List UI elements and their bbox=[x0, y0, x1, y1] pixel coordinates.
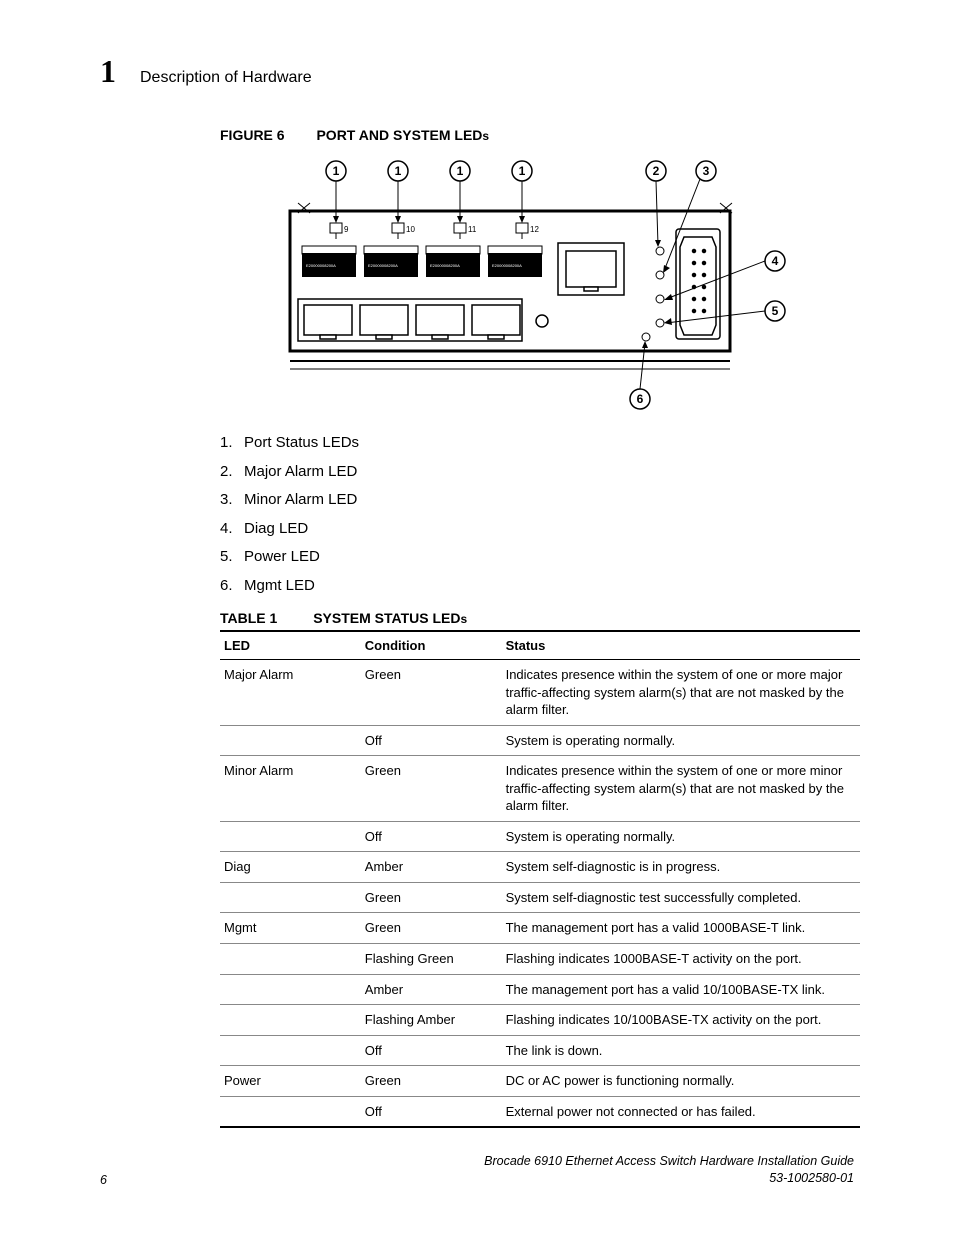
svg-text:1: 1 bbox=[457, 164, 464, 178]
doc-info: Brocade 6910 Ethernet Access Switch Hard… bbox=[484, 1153, 854, 1187]
legend-item: 3.Minor Alarm LED bbox=[220, 486, 860, 515]
content: FIGURE 6 PORT AND SYSTEM LEDs E200000082 bbox=[220, 127, 860, 1128]
table-row: Flashing GreenFlashing indicates 1000BAS… bbox=[220, 944, 860, 975]
table-row: Major AlarmGreenIndicates presence withi… bbox=[220, 660, 860, 726]
figure-diagram: E20000008200A E20000008200A E20000008200… bbox=[280, 151, 800, 411]
figure-legend: 1.Port Status LEDs 2.Major Alarm LED 3.M… bbox=[220, 429, 860, 600]
status-table: LED Condition Status Major AlarmGreenInd… bbox=[220, 630, 860, 1128]
table-row: OffThe link is down. bbox=[220, 1035, 860, 1066]
svg-text:E20000008200A: E20000008200A bbox=[306, 263, 336, 268]
col-led: LED bbox=[220, 631, 361, 660]
legend-item: 4.Diag LED bbox=[220, 515, 860, 544]
table-row: PowerGreenDC or AC power is functioning … bbox=[220, 1066, 860, 1097]
table-row: MgmtGreenThe management port has a valid… bbox=[220, 913, 860, 944]
table-row: OffExternal power not connected or has f… bbox=[220, 1096, 860, 1127]
svg-text:E20000008200A: E20000008200A bbox=[430, 263, 460, 268]
col-status: Status bbox=[502, 631, 860, 660]
doc-number: 53-1002580-01 bbox=[484, 1170, 854, 1187]
svg-text:E20000008200A: E20000008200A bbox=[492, 263, 522, 268]
table-title: SYSTEM STATUS LED bbox=[313, 610, 460, 626]
svg-text:9: 9 bbox=[344, 225, 349, 234]
figure-label: FIGURE 6 bbox=[220, 127, 285, 143]
table-body: Major AlarmGreenIndicates presence withi… bbox=[220, 660, 860, 1128]
table-row: Flashing AmberFlashing indicates 10/100B… bbox=[220, 1005, 860, 1036]
page-footer: 6 Brocade 6910 Ethernet Access Switch Ha… bbox=[100, 1153, 854, 1187]
doc-title: Brocade 6910 Ethernet Access Switch Hard… bbox=[484, 1153, 854, 1170]
table-row: OffSystem is operating normally. bbox=[220, 821, 860, 852]
header-title: Description of Hardware bbox=[140, 69, 312, 87]
table-caption: TABLE 1 SYSTEM STATUS LEDs bbox=[220, 610, 860, 626]
legend-item: 1.Port Status LEDs bbox=[220, 429, 860, 458]
page: 1 Description of Hardware FIGURE 6 PORT … bbox=[0, 0, 954, 1235]
svg-text:5: 5 bbox=[772, 304, 779, 318]
svg-text:12: 12 bbox=[530, 225, 539, 234]
table-label: TABLE 1 bbox=[220, 610, 277, 626]
svg-text:E20000008200A: E20000008200A bbox=[368, 263, 398, 268]
legend-item: 5.Power LED bbox=[220, 543, 860, 572]
svg-text:4: 4 bbox=[772, 254, 779, 268]
legend-item: 6.Mgmt LED bbox=[220, 572, 860, 601]
figure-caption: FIGURE 6 PORT AND SYSTEM LEDs bbox=[220, 127, 860, 143]
svg-text:1: 1 bbox=[519, 164, 526, 178]
svg-text:2: 2 bbox=[653, 164, 660, 178]
table-row: OffSystem is operating normally. bbox=[220, 725, 860, 756]
svg-text:10: 10 bbox=[406, 225, 415, 234]
legend-item: 2.Major Alarm LED bbox=[220, 458, 860, 487]
svg-text:1: 1 bbox=[395, 164, 402, 178]
table-row: AmberThe management port has a valid 10/… bbox=[220, 974, 860, 1005]
svg-text:6: 6 bbox=[637, 392, 644, 406]
table-row: Minor AlarmGreenIndicates presence withi… bbox=[220, 756, 860, 822]
page-number: 6 bbox=[100, 1173, 107, 1187]
table-header-row: LED Condition Status bbox=[220, 631, 860, 660]
table-row: GreenSystem self-diagnostic test success… bbox=[220, 882, 860, 913]
chapter-number: 1 bbox=[100, 55, 116, 87]
svg-text:11: 11 bbox=[468, 225, 477, 234]
svg-text:3: 3 bbox=[703, 164, 710, 178]
table-row: DiagAmberSystem self-diagnostic is in pr… bbox=[220, 852, 860, 883]
svg-text:1: 1 bbox=[333, 164, 340, 178]
page-header: 1 Description of Hardware bbox=[100, 55, 854, 87]
figure-title: PORT AND SYSTEM LED bbox=[316, 127, 482, 143]
col-condition: Condition bbox=[361, 631, 502, 660]
